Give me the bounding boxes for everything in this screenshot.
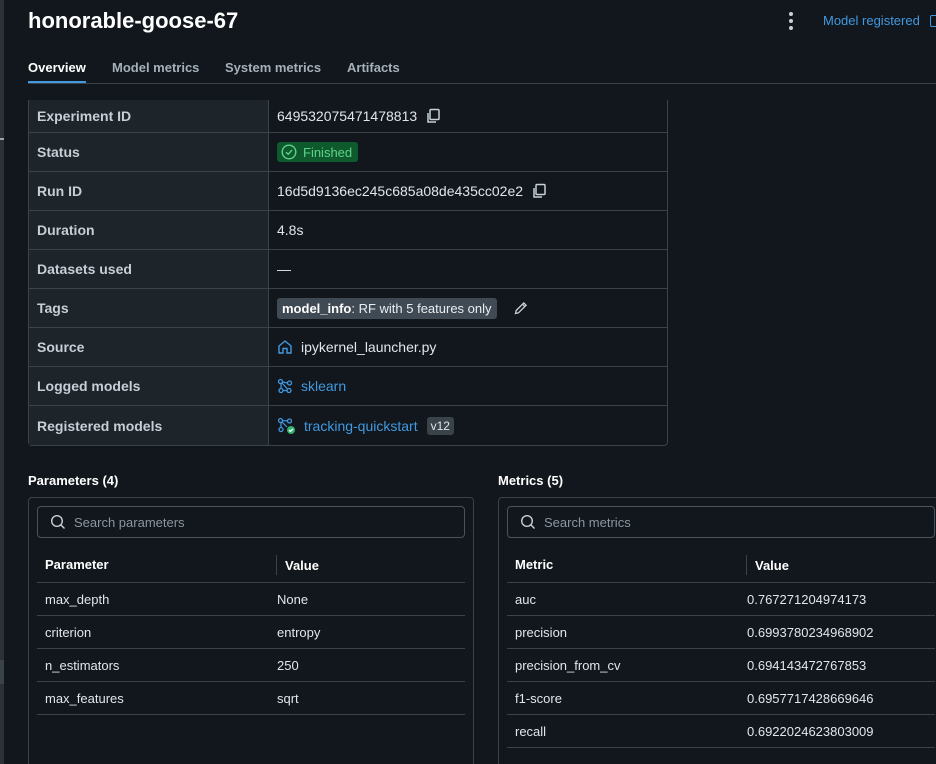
experiment-id-value: 649532075471478813: [277, 108, 418, 124]
metric-link[interactable]: f1-score: [507, 691, 747, 706]
table-row: max_depth None: [37, 583, 465, 616]
detail-label: Registered models: [29, 406, 269, 445]
version-badge: v12: [426, 416, 454, 435]
param-name: max_features: [45, 690, 124, 706]
detail-row-experiment-id: Experiment ID 649532075471478813: [29, 100, 667, 133]
detail-label: Logged models: [29, 367, 269, 405]
search-icon: [50, 514, 65, 529]
parameters-search[interactable]: [37, 506, 465, 538]
tag-key: model_info: [282, 300, 352, 316]
param-value: entropy: [277, 624, 321, 640]
detail-label: Experiment ID: [29, 100, 269, 132]
metric-value: 0.6922024623803009: [747, 723, 874, 739]
detail-label: Run ID: [29, 172, 269, 210]
tab-artifacts[interactable]: Artifacts: [347, 60, 400, 81]
parameters-search-input[interactable]: [74, 514, 374, 530]
table-row: max_features sqrt: [37, 682, 465, 715]
table-row: precision 0.6993780234968902: [507, 616, 935, 649]
parameters-title: Parameters (4): [28, 473, 119, 488]
copy-icon[interactable]: [425, 108, 441, 124]
detail-label: Source: [29, 328, 269, 366]
run-title: honorable-goose-67: [28, 8, 239, 33]
more-options-icon[interactable]: [781, 10, 801, 32]
metrics-search-input[interactable]: [544, 514, 844, 530]
detail-label: Status: [29, 133, 269, 171]
metric-value: 0.6957717428669646: [747, 690, 874, 706]
datasets-value: —: [277, 261, 291, 277]
tab-overview[interactable]: Overview: [28, 60, 86, 83]
column-header-value[interactable]: Value: [277, 558, 319, 573]
detail-row-registered-models: Registered models tracking-quickstart v1…: [29, 406, 667, 445]
run-tabs: Overview Model metrics System metrics Ar…: [28, 60, 936, 84]
detail-row-source: Source ipykernel_launcher.py: [29, 328, 667, 367]
metrics-table: Metric Value auc 0.767271204974173 preci…: [507, 548, 935, 748]
metrics-panel: Metric Value auc 0.767271204974173 preci…: [498, 497, 936, 764]
source-value: ipykernel_launcher.py: [301, 339, 437, 355]
home-icon: [278, 340, 292, 354]
run-id-value: 16d5d9136ec245c685a08de435cc02e2: [277, 183, 524, 199]
sidebar-edge-marker: [0, 660, 4, 684]
column-header-metric[interactable]: Metric: [507, 555, 747, 575]
duration-value: 4.8s: [277, 222, 304, 238]
metric-link[interactable]: precision_from_cv: [507, 658, 747, 673]
search-icon: [520, 514, 535, 529]
param-value: None: [277, 591, 309, 607]
param-value: 250: [277, 657, 299, 673]
metric-link[interactable]: precision: [507, 625, 747, 640]
edit-pencil-icon[interactable]: [513, 300, 529, 316]
param-name: max_depth: [45, 591, 110, 607]
run-details-table: Experiment ID 649532075471478813 Status …: [28, 100, 668, 446]
metric-value: 0.767271204974173: [747, 591, 867, 607]
metrics-search[interactable]: [507, 506, 935, 538]
table-row: n_estimators 250: [37, 649, 465, 682]
logged-model-link[interactable]: sklearn: [301, 378, 346, 394]
metric-value: 0.694143472767853: [747, 657, 867, 673]
registered-model-link[interactable]: tracking-quickstart: [304, 418, 418, 434]
metrics-title: Metrics (5): [498, 473, 564, 488]
open-icon: [929, 15, 936, 27]
tag-chip: model_info: RF with 5 features only: [277, 297, 497, 319]
sidebar-edge-marker: [0, 138, 4, 140]
table-row: criterion entropy: [37, 616, 465, 649]
tab-system-metrics[interactable]: System metrics: [225, 60, 321, 81]
tab-model-metrics[interactable]: Model metrics: [112, 60, 199, 81]
registered-model-icon: [277, 417, 295, 434]
parameters-table: Parameter Value max_depth None criterion…: [37, 548, 465, 715]
detail-row-status: Status Finished: [29, 133, 667, 172]
param-name: n_estimators: [45, 657, 120, 673]
detail-label: Duration: [29, 211, 269, 249]
param-value: sqrt: [277, 690, 299, 706]
table-row: auc 0.767271204974173: [507, 583, 935, 616]
tag-value: : RF with 5 features only: [351, 300, 492, 316]
table-row: f1-score 0.6957717428669646: [507, 682, 935, 715]
metric-link[interactable]: auc: [507, 592, 747, 607]
detail-row-duration: Duration 4.8s: [29, 211, 667, 250]
status-badge: Finished: [277, 142, 359, 162]
metric-value: 0.6993780234968902: [747, 624, 874, 640]
left-sidebar-edge: [0, 0, 4, 764]
model-icon: [277, 378, 293, 394]
table-header: Parameter Value: [37, 548, 465, 583]
table-header: Metric Value: [507, 548, 935, 583]
status-text: Finished: [303, 144, 353, 160]
table-row: precision_from_cv 0.694143472767853: [507, 649, 935, 682]
detail-row-tags: Tags model_info: RF with 5 features only: [29, 289, 667, 328]
parameters-panel: Parameter Value max_depth None criterion…: [28, 497, 474, 764]
detail-label: Tags: [29, 289, 269, 327]
table-row: recall 0.6922024623803009: [507, 715, 935, 748]
detail-label: Datasets used: [29, 250, 269, 288]
column-header-value[interactable]: Value: [747, 558, 789, 573]
copy-icon[interactable]: [531, 183, 547, 199]
detail-row-run-id: Run ID 16d5d9136ec245c685a08de435cc02e2: [29, 172, 667, 211]
model-registered-label: Model registered: [823, 13, 920, 28]
column-header-parameter[interactable]: Parameter: [37, 555, 277, 575]
check-circle-icon: [281, 144, 297, 160]
model-registered-button[interactable]: Model registered: [823, 13, 936, 28]
detail-row-logged-models: Logged models sklearn: [29, 367, 667, 406]
param-name: criterion: [45, 624, 92, 640]
metric-link[interactable]: recall: [507, 724, 747, 739]
detail-row-datasets: Datasets used —: [29, 250, 667, 289]
